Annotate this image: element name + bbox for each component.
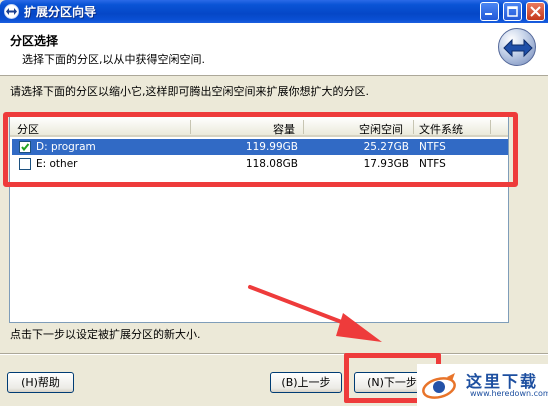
help-button[interactable]: (H)帮助 (7, 372, 74, 393)
watermark-logo-icon (422, 373, 456, 399)
annotation-arrow-icon (248, 285, 382, 342)
watermark: 这里下载 www.heredown.com (417, 364, 548, 406)
back-button[interactable]: (B)上一步 (270, 372, 342, 393)
watermark-url: www.heredown.com (470, 389, 548, 398)
